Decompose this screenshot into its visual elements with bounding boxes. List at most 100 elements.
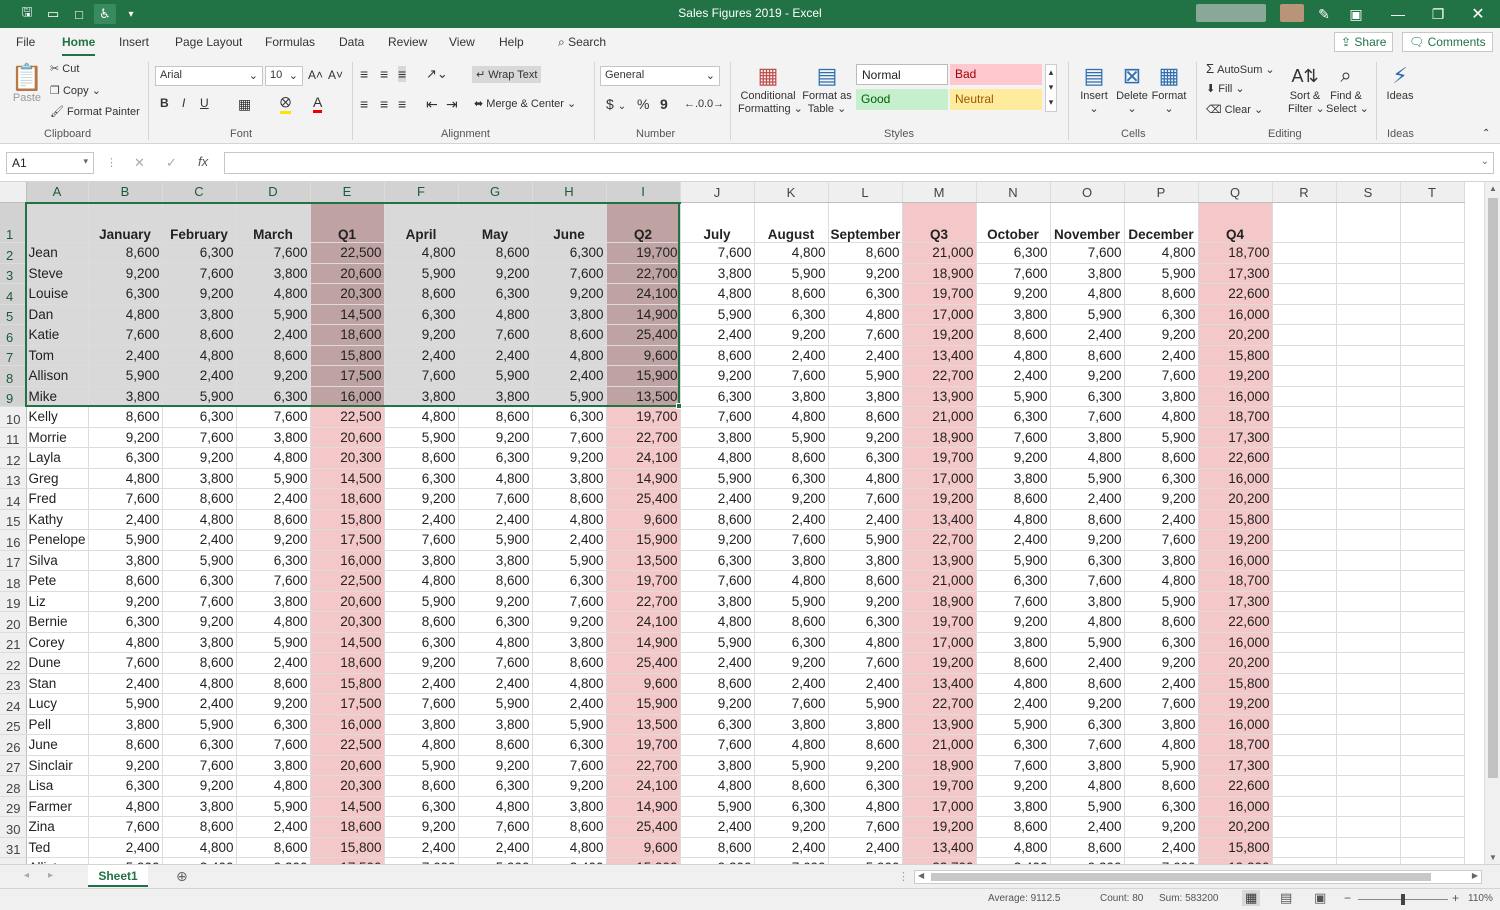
value-cell[interactable]: 3,800 — [680, 427, 755, 448]
value-cell[interactable] — [1272, 529, 1337, 551]
value-cell[interactable]: 4,800 — [236, 611, 311, 633]
value-cell[interactable] — [1400, 775, 1465, 797]
name-cell[interactable]: Pell — [26, 714, 89, 735]
value-cell[interactable]: 6,300 — [976, 570, 1051, 592]
value-cell[interactable]: 5,900 — [236, 304, 311, 325]
value-cell[interactable]: 4,800 — [1050, 611, 1125, 633]
row-header[interactable]: 8 — [0, 365, 27, 387]
value-cell[interactable] — [1272, 632, 1337, 653]
value-cell[interactable]: 4,800 — [976, 673, 1051, 694]
value-cell[interactable]: 19,700 — [606, 242, 681, 264]
value-cell[interactable]: 20,200 — [1198, 324, 1273, 346]
tab-page-layout[interactable]: Page Layout — [175, 35, 242, 49]
value-cell[interactable]: 13,900 — [902, 550, 977, 571]
value-cell[interactable]: 4,800 — [236, 447, 311, 469]
value-cell[interactable]: 9,200 — [384, 816, 459, 838]
copy-button[interactable]: ❐ Copy ⌄ — [50, 84, 101, 97]
value-cell[interactable]: 9,200 — [532, 611, 607, 633]
row-header[interactable]: 19 — [0, 591, 27, 612]
value-cell[interactable]: 9,200 — [384, 652, 459, 674]
value-cell[interactable]: 2,400 — [680, 488, 755, 510]
value-cell[interactable]: 15,800 — [1198, 673, 1273, 694]
value-cell[interactable]: 6,300 — [1050, 386, 1125, 407]
value-cell[interactable]: 8,600 — [754, 283, 829, 305]
horizontal-scroll-thumb[interactable] — [931, 873, 1431, 881]
value-cell[interactable]: 2,400 — [88, 837, 163, 858]
value-cell[interactable]: 9,200 — [754, 488, 829, 510]
vertical-scrollbar[interactable]: ▲ ▼ — [1484, 182, 1500, 864]
name-cell[interactable]: Kathy — [26, 509, 89, 530]
row-header[interactable]: 28 — [0, 775, 27, 797]
value-cell[interactable]: 3,800 — [1124, 714, 1199, 735]
value-cell[interactable]: 3,800 — [458, 550, 533, 571]
column-title-cell[interactable]: July — [680, 202, 755, 243]
value-cell[interactable]: 3,800 — [458, 386, 533, 407]
value-cell[interactable]: 6,300 — [384, 796, 459, 817]
value-cell[interactable]: 5,900 — [1124, 755, 1199, 776]
value-cell[interactable]: 5,900 — [828, 693, 903, 715]
name-cell[interactable]: Mike — [26, 386, 89, 407]
value-cell[interactable]: 7,600 — [384, 693, 459, 715]
value-cell[interactable]: 4,800 — [754, 734, 829, 756]
value-cell[interactable]: 6,300 — [680, 714, 755, 735]
value-cell[interactable]: 5,900 — [754, 755, 829, 776]
value-cell[interactable] — [1272, 734, 1337, 756]
value-cell[interactable]: 2,400 — [236, 488, 311, 510]
scroll-left-icon[interactable]: ◀ — [918, 871, 924, 880]
value-cell[interactable]: 19,700 — [606, 570, 681, 592]
close-button[interactable]: ✕ — [1458, 0, 1498, 28]
value-cell[interactable]: 4,800 — [976, 345, 1051, 366]
value-cell[interactable]: 13,900 — [902, 714, 977, 735]
value-cell[interactable]: 4,800 — [1124, 242, 1199, 264]
restore-button[interactable]: ❐ — [1418, 0, 1458, 28]
value-cell[interactable]: 4,800 — [458, 796, 533, 817]
value-cell[interactable]: 4,800 — [162, 837, 237, 858]
column-title-cell[interactable] — [1336, 202, 1401, 243]
value-cell[interactable]: 7,600 — [384, 529, 459, 551]
value-cell[interactable] — [1272, 263, 1337, 284]
value-cell[interactable]: 20,600 — [310, 263, 385, 284]
value-cell[interactable]: 9,200 — [458, 427, 533, 448]
name-cell[interactable]: Bernie — [26, 611, 89, 633]
value-cell[interactable]: 18,900 — [902, 591, 977, 612]
value-cell[interactable]: 4,800 — [754, 242, 829, 264]
row-header[interactable]: 17 — [0, 550, 27, 571]
value-cell[interactable]: 8,600 — [236, 345, 311, 366]
value-cell[interactable] — [1272, 386, 1337, 407]
value-cell[interactable]: 6,300 — [1050, 714, 1125, 735]
value-cell[interactable]: 2,400 — [458, 509, 533, 530]
value-cell[interactable]: 5,900 — [680, 304, 755, 325]
value-cell[interactable]: 5,900 — [88, 365, 163, 387]
value-cell[interactable]: 4,800 — [976, 509, 1051, 530]
value-cell[interactable]: 6,300 — [458, 611, 533, 633]
row-header[interactable]: 20 — [0, 611, 27, 633]
value-cell[interactable] — [1272, 468, 1337, 489]
value-cell[interactable]: 9,200 — [88, 755, 163, 776]
value-cell[interactable]: 9,200 — [1124, 324, 1199, 346]
value-cell[interactable]: 15,800 — [310, 345, 385, 366]
value-cell[interactable]: 8,600 — [754, 611, 829, 633]
align-bottom-button[interactable]: ≡ — [398, 66, 407, 82]
value-cell[interactable]: 3,800 — [236, 591, 311, 612]
value-cell[interactable]: 19,700 — [902, 283, 977, 305]
value-cell[interactable]: 2,400 — [1050, 652, 1125, 674]
number-format-combo[interactable]: General ⌄ — [600, 66, 720, 86]
value-cell[interactable]: 21,000 — [902, 406, 977, 428]
value-cell[interactable]: 8,600 — [384, 283, 459, 305]
value-cell[interactable] — [1336, 386, 1401, 407]
value-cell[interactable] — [1400, 468, 1465, 489]
value-cell[interactable] — [1400, 447, 1465, 469]
worksheet-grid[interactable]: ABCDEFGHIJKLMNOPQRST 1 January February Mar… — [0, 182, 1484, 864]
value-cell[interactable]: 3,800 — [458, 714, 533, 735]
value-cell[interactable]: 5,900 — [532, 550, 607, 571]
value-cell[interactable]: 25,400 — [606, 652, 681, 674]
value-cell[interactable]: 9,600 — [606, 837, 681, 858]
value-cell[interactable]: 3,800 — [754, 550, 829, 571]
row-header[interactable]: 31 — [0, 837, 27, 858]
value-cell[interactable]: 2,400 — [976, 365, 1051, 387]
cut-button[interactable]: ✂ Cut — [50, 62, 79, 75]
value-cell[interactable]: 5,900 — [1050, 796, 1125, 817]
value-cell[interactable]: 6,300 — [754, 304, 829, 325]
value-cell[interactable] — [1272, 550, 1337, 571]
value-cell[interactable]: 5,900 — [384, 755, 459, 776]
